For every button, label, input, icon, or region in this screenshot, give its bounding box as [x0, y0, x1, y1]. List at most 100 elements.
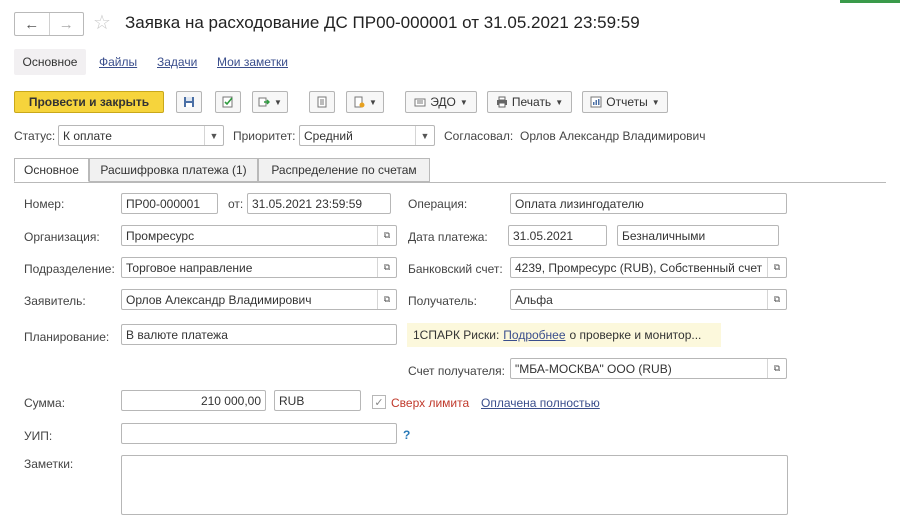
department-field[interactable]: Торговое направление ⧉	[121, 257, 397, 278]
window-title: Заявка на расходование ДС ПР00-000001 от…	[125, 13, 640, 32]
printer-icon	[496, 96, 507, 108]
payment-date-field[interactable]: 31.05.2021	[508, 225, 607, 246]
tab-account-distribution[interactable]: Распределение по счетам	[258, 158, 430, 182]
dropdown-arrow-icon[interactable]: ▼	[415, 126, 434, 145]
applicant-field[interactable]: Орлов Александр Владимирович ⧉	[121, 289, 397, 310]
post-and-close-button[interactable]: Провести и закрыть	[14, 91, 164, 113]
reports-button[interactable]: Отчеты ▼	[582, 91, 668, 113]
paid-full-link[interactable]: Оплачена полностью	[481, 396, 600, 410]
organization-value: Промресурс	[126, 228, 195, 243]
status-value: К оплате	[63, 128, 112, 143]
sum-label: Сумма:	[24, 396, 66, 410]
spark-risks-info: 1СПАРК Риски: Подробнее о проверке и мон…	[407, 323, 721, 347]
bank-account-label: Банковский счет:	[408, 262, 503, 276]
recipient-label: Получатель:	[408, 294, 477, 308]
back-button[interactable]: ←	[15, 13, 49, 35]
currency-field[interactable]: RUB	[274, 390, 361, 411]
uip-label: УИП:	[24, 429, 53, 443]
date-from-label: от:	[228, 197, 244, 211]
section-files[interactable]: Файлы	[99, 55, 137, 69]
currency-value: RUB	[279, 393, 305, 408]
forward-button[interactable]: →	[48, 13, 84, 35]
recipient-value: Альфа	[515, 292, 553, 307]
applicant-value: Орлов Александр Владимирович	[126, 292, 312, 307]
open-icon[interactable]: ⧉	[767, 359, 786, 378]
section-main[interactable]: Основное	[14, 49, 86, 75]
recipient-account-label: Счет получателя:	[408, 364, 505, 378]
print-label: Печать	[511, 95, 552, 109]
operation-value: Оплата лизингодателю	[515, 196, 644, 211]
structure-button[interactable]	[309, 91, 335, 113]
section-tasks[interactable]: Задачи	[157, 55, 197, 69]
status-stripe	[840, 0, 900, 3]
operation-field[interactable]: Оплата лизингодателю	[510, 193, 787, 214]
sum-value: 210 000,00	[200, 393, 261, 408]
payment-date-label: Дата платежа:	[408, 230, 488, 244]
edo-button[interactable]: ЭДО ▼	[405, 91, 477, 113]
recipient-account-value: "МБА-МОСКВА" ООО (RUB)	[515, 361, 672, 376]
organization-field[interactable]: Промресурс ⧉	[121, 225, 397, 246]
notes-textarea[interactable]	[121, 455, 788, 515]
check-icon: ✓	[374, 396, 384, 409]
reports-label: Отчеты	[606, 95, 648, 109]
planning-value: В валюте платежа	[126, 327, 228, 342]
edo-label: ЭДО	[430, 95, 456, 109]
arrow-left-icon: ←	[24, 15, 40, 33]
status-select[interactable]: К оплате ▼	[58, 125, 224, 146]
uip-field[interactable]	[121, 423, 397, 444]
top-border	[0, 0, 900, 3]
save-button[interactable]	[176, 91, 202, 113]
dropdown-arrow-icon[interactable]: ▼	[204, 126, 223, 145]
chevron-down-icon: ▼	[555, 97, 564, 107]
recipient-account-field[interactable]: "МБА-МОСКВА" ООО (RUB) ⧉	[510, 358, 787, 379]
date-value: 31.05.2021 23:59:59	[252, 196, 363, 211]
section-notes[interactable]: Мои заметки	[217, 55, 288, 69]
open-icon[interactable]: ⧉	[767, 258, 786, 277]
notes-label: Заметки:	[24, 457, 74, 471]
post-button[interactable]	[215, 91, 241, 113]
edo-icon	[414, 98, 426, 107]
favorite-star-icon[interactable]: ☆	[93, 10, 111, 35]
attachments-button[interactable]: ▼	[346, 91, 384, 113]
planning-field[interactable]: В валюте платежа	[121, 324, 397, 345]
create-based-icon	[258, 97, 271, 107]
open-icon[interactable]: ⧉	[377, 290, 396, 309]
nav-buttons: ← →	[14, 12, 84, 36]
create-based-on-button[interactable]: ▼	[252, 91, 288, 113]
reports-icon	[590, 96, 602, 108]
department-label: Подразделение:	[24, 262, 115, 276]
number-value: ПР00-000001	[126, 196, 201, 211]
priority-label: Приоритет:	[233, 129, 296, 143]
save-icon	[184, 97, 194, 107]
bank-account-field[interactable]: 4239, Промресурс (RUB), Собственный счет…	[510, 257, 787, 278]
open-icon[interactable]: ⧉	[377, 258, 396, 277]
spark-details-link[interactable]: Подробнее	[503, 328, 565, 342]
spark-rest-text: о проверке и монитор...	[569, 328, 702, 342]
approved-label: Согласовал:	[444, 129, 514, 143]
chevron-down-icon: ▼	[459, 97, 468, 107]
uip-help-icon[interactable]: ?	[403, 428, 410, 442]
sum-field[interactable]: 210 000,00	[121, 390, 266, 411]
department-value: Торговое направление	[126, 260, 253, 275]
priority-select[interactable]: Средний ▼	[299, 125, 435, 146]
recipient-field[interactable]: Альфа ⧉	[510, 289, 787, 310]
arrow-right-icon: →	[58, 15, 74, 33]
print-button[interactable]: Печать ▼	[487, 91, 572, 113]
number-field[interactable]: ПР00-000001	[121, 193, 218, 214]
payment-type-value: Безналичными	[622, 228, 706, 243]
chevron-down-icon: ▼	[369, 97, 377, 107]
operation-label: Операция:	[408, 197, 468, 211]
open-icon[interactable]: ⧉	[377, 226, 396, 245]
tab-main[interactable]: Основное	[14, 158, 89, 182]
open-icon[interactable]: ⧉	[767, 290, 786, 309]
approved-value: Орлов Александр Владимирович	[520, 129, 706, 143]
tab-payment-details[interactable]: Расшифровка платежа (1)	[89, 158, 258, 182]
over-limit-checkbox[interactable]: ✓	[372, 395, 386, 409]
date-field[interactable]: 31.05.2021 23:59:59	[247, 193, 391, 214]
status-label: Статус:	[14, 129, 56, 143]
list-document-icon	[317, 96, 327, 108]
payment-type-field[interactable]: Безналичными	[617, 225, 779, 246]
planning-label: Планирование:	[24, 330, 110, 344]
chevron-down-icon: ▼	[651, 97, 660, 107]
post-document-icon	[222, 96, 233, 108]
